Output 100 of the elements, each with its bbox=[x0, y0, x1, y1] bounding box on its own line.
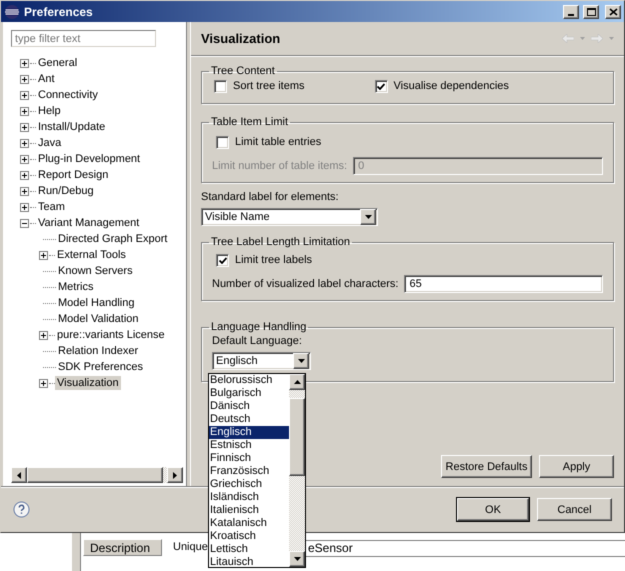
dropdown-button[interactable] bbox=[360, 209, 376, 225]
tree-item[interactable]: Variant Management bbox=[36, 216, 142, 230]
list-option[interactable]: Kroatisch bbox=[209, 530, 289, 543]
scroll-thumb[interactable] bbox=[27, 467, 163, 483]
tree-item[interactable]: Install/Update bbox=[36, 120, 108, 134]
tree-item[interactable]: Visualization bbox=[55, 376, 121, 390]
list-option[interactable]: Französisch bbox=[209, 465, 289, 478]
scroll-down-button[interactable] bbox=[289, 551, 305, 567]
right-arrow-icon bbox=[173, 472, 177, 478]
field-label: Unique bbox=[173, 541, 208, 555]
dropdown[interactable]: Englisch bbox=[212, 352, 311, 370]
list-option[interactable]: Lettisch bbox=[209, 543, 289, 556]
checkbox[interactable] bbox=[216, 254, 229, 266]
checkbox-label: Sort tree items bbox=[233, 80, 305, 92]
tree-item[interactable]: Connectivity bbox=[36, 88, 100, 102]
list-option[interactable]: Griechisch bbox=[209, 478, 289, 491]
tree-item[interactable]: SDK Preferences bbox=[56, 360, 145, 374]
up-arrow-icon bbox=[294, 380, 300, 384]
tree-item[interactable]: Known Servers bbox=[56, 264, 135, 278]
scroll-up-button[interactable] bbox=[289, 374, 305, 390]
expand-icon[interactable] bbox=[20, 106, 29, 116]
apply-button[interactable]: Apply bbox=[539, 455, 614, 478]
list-option[interactable]: Englisch bbox=[209, 426, 289, 439]
checkbox[interactable] bbox=[374, 80, 388, 92]
maximize-button[interactable] bbox=[583, 4, 599, 18]
list-option[interactable]: Dänisch bbox=[209, 400, 289, 413]
minimize-button[interactable] bbox=[563, 4, 579, 18]
check-icon bbox=[377, 82, 386, 90]
plus-icon bbox=[22, 124, 27, 130]
text-field[interactable]: 65 bbox=[404, 275, 603, 293]
close-button[interactable] bbox=[605, 4, 621, 18]
collapse-icon[interactable] bbox=[20, 218, 29, 228]
tree-item[interactable]: Directed Graph Export bbox=[56, 232, 170, 246]
list-option[interactable]: Estnisch bbox=[209, 439, 289, 452]
tree-item[interactable]: Run/Debug bbox=[36, 184, 96, 198]
list-option[interactable]: Litauisch bbox=[209, 556, 289, 569]
expand-icon[interactable] bbox=[20, 90, 29, 100]
tree-item[interactable]: External Tools bbox=[55, 248, 128, 262]
expand-icon[interactable] bbox=[20, 186, 29, 196]
list-option[interactable]: Bulgarisch bbox=[209, 387, 289, 400]
list-option[interactable]: Isländisch bbox=[209, 491, 289, 504]
tree-item[interactable]: Help bbox=[36, 104, 63, 118]
tree-item[interactable]: Relation Indexer bbox=[56, 344, 140, 358]
tree-item[interactable]: Plug-in Development bbox=[36, 152, 142, 166]
restore-defaults-button[interactable]: Restore Defaults bbox=[441, 455, 532, 478]
expand-icon[interactable] bbox=[20, 58, 29, 68]
dropdown[interactable]: Visible Name bbox=[201, 208, 378, 226]
list-option[interactable]: Finnisch bbox=[209, 452, 289, 465]
caret-icon bbox=[296, 358, 306, 364]
maximize-icon bbox=[586, 8, 596, 16]
field-label: Standard label for elements: bbox=[201, 191, 340, 203]
check-icon bbox=[218, 256, 226, 264]
tree-item[interactable]: Metrics bbox=[56, 280, 96, 294]
expand-icon[interactable] bbox=[39, 250, 48, 260]
tree-item[interactable]: Model Validation bbox=[56, 312, 141, 326]
expand-icon[interactable] bbox=[20, 202, 29, 212]
tree-item[interactable]: pure::variants License bbox=[55, 328, 167, 342]
expand-icon[interactable] bbox=[20, 154, 29, 164]
vertical-scrollbar[interactable] bbox=[289, 374, 305, 567]
checkbox-label: Limit tree labels bbox=[235, 254, 312, 266]
expand-icon[interactable] bbox=[20, 170, 29, 180]
plus-icon bbox=[22, 108, 27, 114]
expand-icon[interactable] bbox=[39, 378, 48, 388]
group-label: Language Handling bbox=[210, 321, 308, 333]
dropdown-button[interactable] bbox=[293, 353, 309, 369]
tree-item[interactable]: Model Handling bbox=[56, 296, 136, 310]
text-field[interactable]: eSensor bbox=[306, 540, 625, 557]
tree-item[interactable]: Report Design bbox=[36, 168, 110, 182]
tree-item[interactable]: Java bbox=[36, 136, 64, 150]
ok-button[interactable]: OK bbox=[457, 498, 529, 521]
plus-icon bbox=[22, 172, 27, 178]
expand-icon[interactable] bbox=[39, 330, 48, 340]
filter-field[interactable]: type filter text bbox=[11, 30, 156, 47]
plus-icon bbox=[22, 140, 27, 146]
scroll-thumb[interactable] bbox=[289, 398, 305, 476]
field-label: Default Language: bbox=[212, 335, 303, 347]
horizontal-scrollbar[interactable] bbox=[11, 467, 183, 483]
caret-icon bbox=[580, 37, 585, 40]
list-option[interactable]: Katalanisch bbox=[209, 517, 289, 530]
expand-icon[interactable] bbox=[20, 122, 29, 132]
scroll-right-button[interactable] bbox=[167, 467, 183, 483]
plus-icon bbox=[22, 156, 27, 162]
caret-icon bbox=[364, 214, 372, 220]
list-option[interactable]: Italienisch bbox=[209, 504, 289, 517]
tree-item[interactable]: Team bbox=[36, 200, 67, 214]
checkbox-label: Visualise dependencies bbox=[394, 80, 509, 92]
tab[interactable]: Description bbox=[83, 539, 162, 556]
down-arrow-icon bbox=[294, 557, 300, 561]
cancel-button[interactable]: Cancel bbox=[537, 498, 612, 521]
list-option[interactable]: Belorussisch bbox=[209, 374, 289, 387]
plus-icon bbox=[41, 252, 46, 258]
group-label: Table Item Limit bbox=[210, 116, 290, 128]
checkbox[interactable] bbox=[214, 80, 227, 92]
list-option[interactable]: Deutsch bbox=[209, 413, 289, 426]
expand-icon[interactable] bbox=[20, 138, 29, 148]
tree-item[interactable]: General bbox=[36, 56, 80, 70]
field-label: Number of visualized label characters: bbox=[212, 278, 398, 290]
scroll-left-button[interactable] bbox=[11, 467, 27, 483]
tree-item[interactable]: Ant bbox=[36, 72, 57, 86]
expand-icon[interactable] bbox=[20, 74, 29, 84]
